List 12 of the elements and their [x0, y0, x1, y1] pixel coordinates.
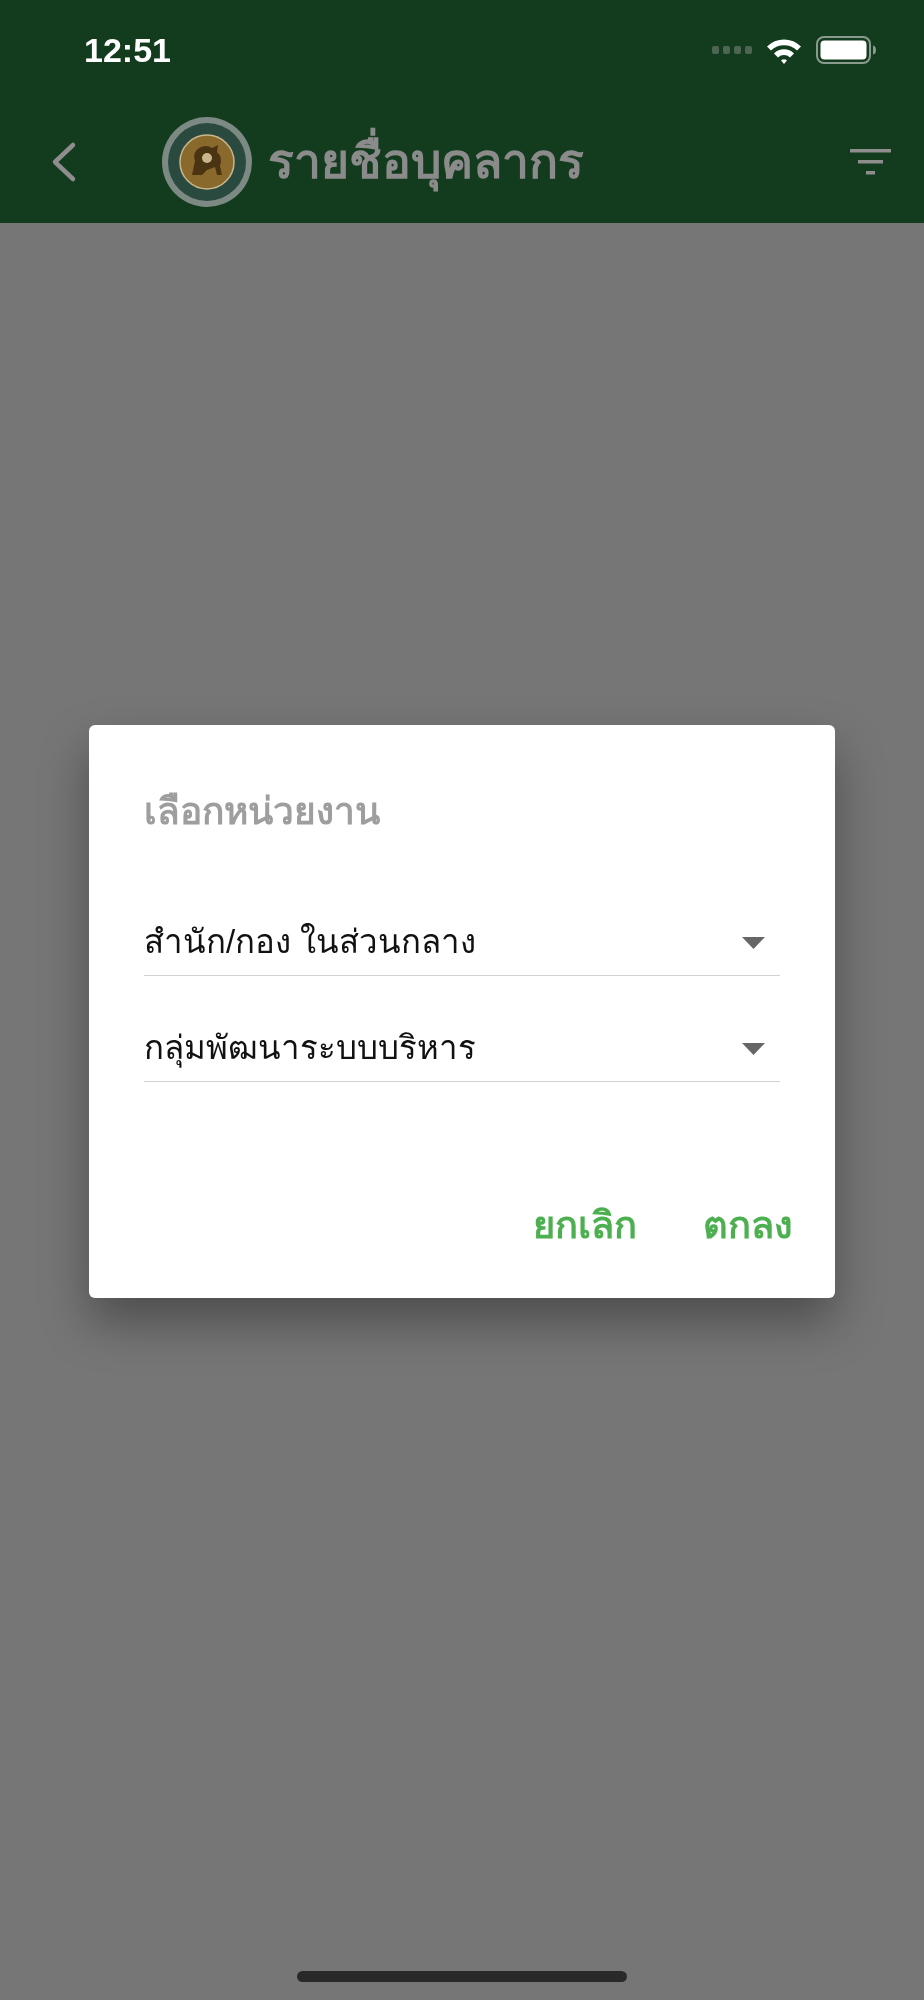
dialog-title: เลือกหน่วยงาน	[144, 790, 381, 834]
status-time: 12:51	[84, 29, 171, 71]
wifi-icon	[766, 36, 802, 64]
caret-down-icon	[742, 1042, 765, 1055]
filter-icon	[850, 148, 891, 175]
caret-down-icon	[742, 936, 765, 949]
signal-dots-icon	[712, 46, 752, 54]
dropdown-field[interactable]: สำนัก/กอง ในส่วนกลาง	[144, 910, 780, 976]
screen-title: รายชื่อบุคลากร	[268, 125, 584, 198]
seal-logo-icon	[162, 116, 252, 207]
dropdown-field[interactable]: กลุ่มพัฒนาระบบบริหาร	[144, 1016, 780, 1082]
battery-icon	[816, 36, 876, 64]
